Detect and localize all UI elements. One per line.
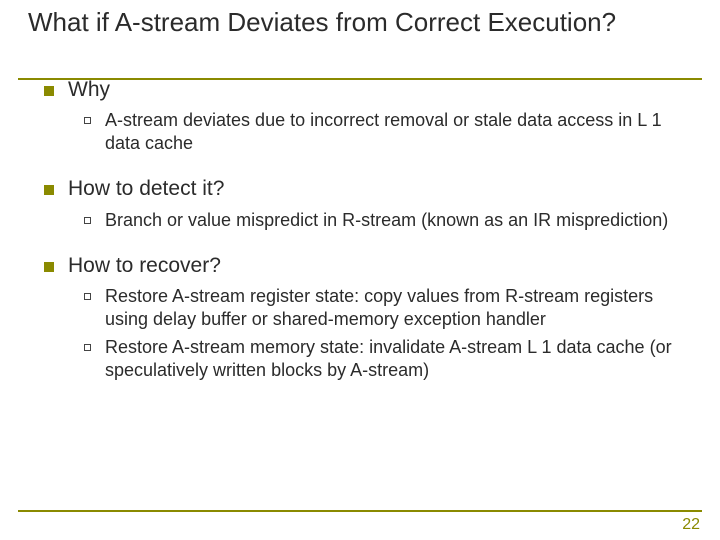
square-bullet-icon (44, 185, 54, 195)
section-heading: How to detect it? (68, 176, 224, 202)
bullet-text: Branch or value mispredict in R-stream (… (105, 209, 668, 232)
square-bullet-icon (44, 262, 54, 272)
section-heading: How to recover? (68, 253, 221, 279)
hollow-square-bullet-icon (84, 217, 91, 224)
list-item: How to recover? (44, 253, 692, 279)
list-item: Branch or value mispredict in R-stream (… (84, 209, 692, 232)
hollow-square-bullet-icon (84, 344, 91, 351)
bullet-text: Restore A-stream memory state: invalidat… (105, 336, 692, 381)
slide: What if A-stream Deviates from Correct E… (0, 0, 720, 540)
slide-title: What if A-stream Deviates from Correct E… (28, 8, 692, 38)
section-heading: Why (68, 77, 110, 103)
list-item: A-stream deviates due to incorrect remov… (84, 109, 692, 154)
page-number: 22 (682, 516, 700, 534)
list-item: Why (44, 77, 692, 103)
list-item: How to detect it? (44, 176, 692, 202)
divider-bottom (18, 510, 702, 512)
bullet-text: A-stream deviates due to incorrect remov… (105, 109, 692, 154)
bullet-text: Restore A-stream register state: copy va… (105, 285, 692, 330)
hollow-square-bullet-icon (84, 293, 91, 300)
list-item: Restore A-stream register state: copy va… (84, 285, 692, 330)
slide-content: Why A-stream deviates due to incorrect r… (44, 77, 692, 381)
square-bullet-icon (44, 86, 54, 96)
list-item: Restore A-stream memory state: invalidat… (84, 336, 692, 381)
hollow-square-bullet-icon (84, 117, 91, 124)
